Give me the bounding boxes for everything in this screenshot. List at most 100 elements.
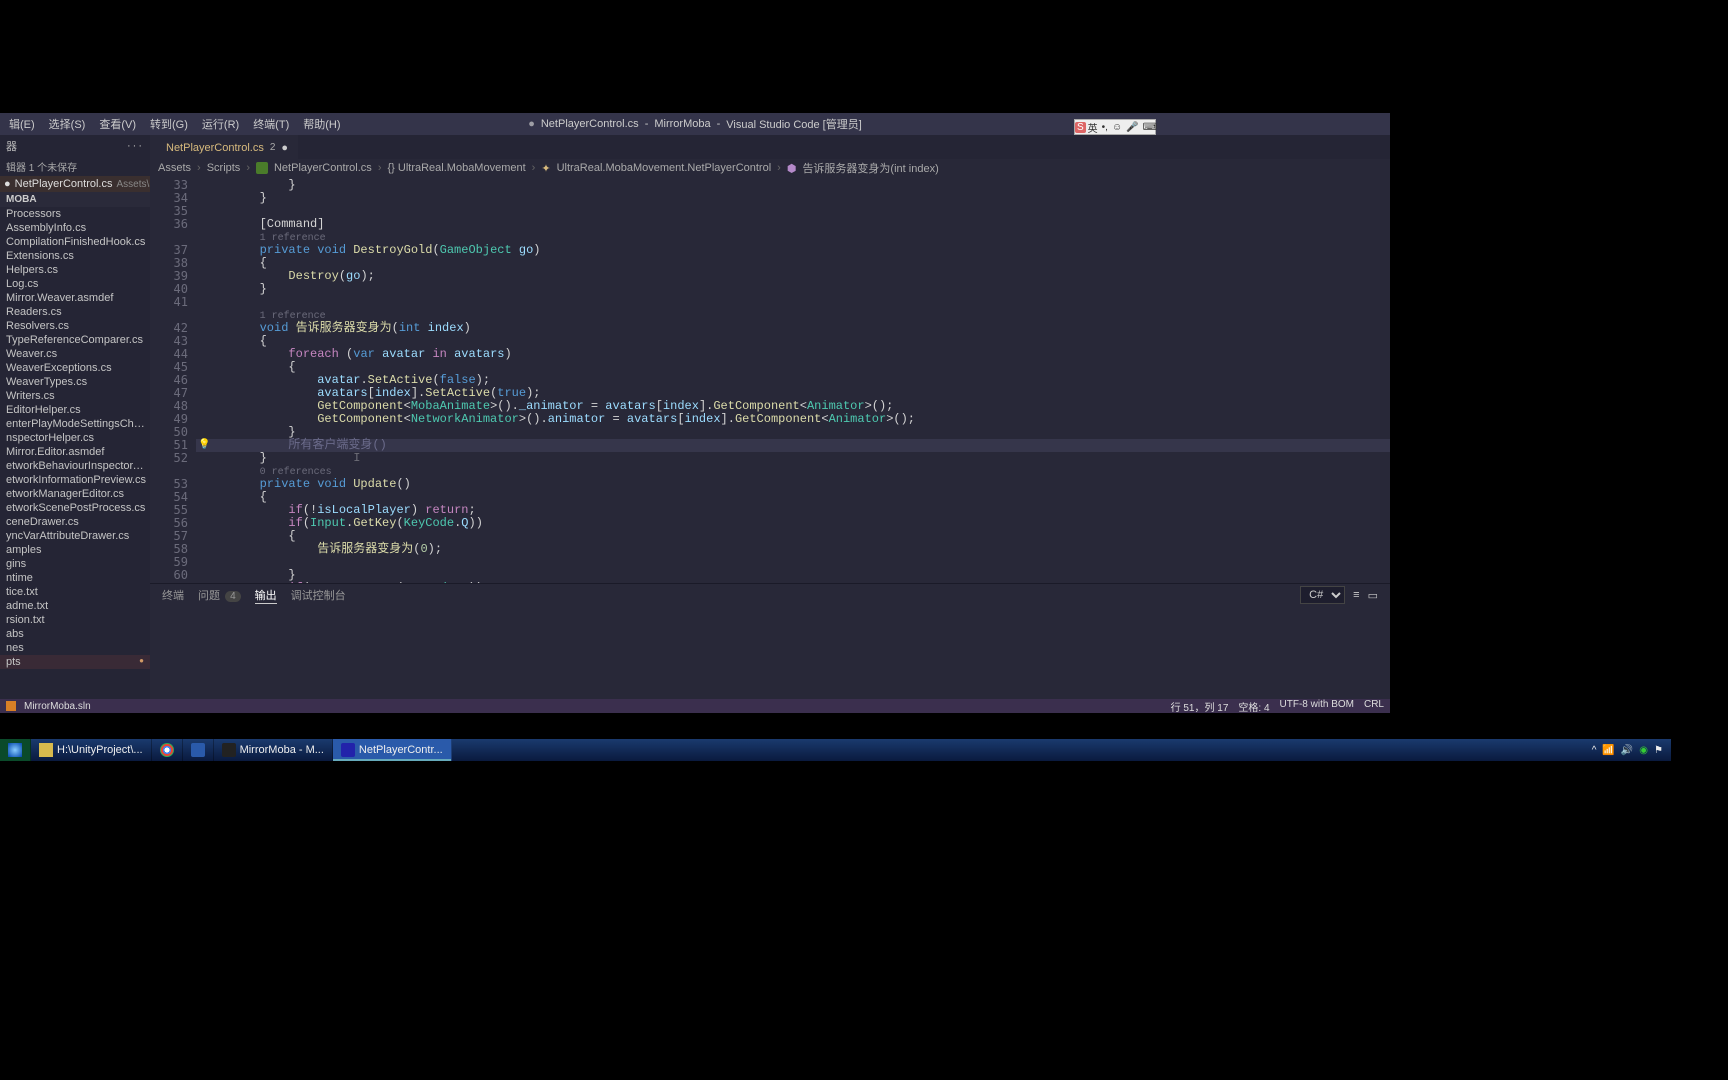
system-tray[interactable]: ^ 📶 🔊 ◉ ⚑: [1584, 739, 1671, 761]
tree-item[interactable]: rsion.txt: [0, 613, 150, 627]
menu-terminal[interactable]: 终端(T): [246, 113, 296, 135]
tree-item[interactable]: pts: [0, 655, 150, 669]
menu-edit[interactable]: 辑(E): [2, 113, 42, 135]
panel-tab-output[interactable]: 输出: [255, 587, 277, 604]
panel-tabs: 终端 问题 4 输出 调试控制台 C# ≡ ▭: [150, 584, 1390, 606]
explorer-header: 器 ···: [0, 135, 150, 157]
tree-item[interactable]: Readers.cs: [0, 305, 150, 319]
project-header[interactable]: MOBA: [0, 192, 150, 207]
tray-network-icon[interactable]: 📶: [1602, 745, 1614, 756]
maximize-panel-icon[interactable]: ▭: [1368, 589, 1378, 602]
tree-item[interactable]: Resolvers.cs: [0, 319, 150, 333]
taskbar-unity[interactable]: MirrorMoba - M...: [214, 739, 333, 761]
tree-item[interactable]: etworkScenePostProcess.cs: [0, 501, 150, 515]
taskbar-explorer[interactable]: H:\UnityProject\...: [31, 739, 152, 761]
output-filter[interactable]: C#: [1300, 586, 1345, 604]
status-position[interactable]: 行 51，列 17: [1171, 699, 1229, 714]
menu-help[interactable]: 帮助(H): [296, 113, 347, 135]
solution-icon[interactable]: [6, 701, 16, 711]
tree-item[interactable]: Weaver.cs: [0, 347, 150, 361]
tree-item[interactable]: etworkBehaviourInspector.cs: [0, 459, 150, 473]
tree-item[interactable]: AssemblyInfo.cs: [0, 221, 150, 235]
ime-emoji-icon[interactable]: ☺: [1110, 122, 1124, 133]
tree-item[interactable]: ceneDrawer.cs: [0, 515, 150, 529]
tree-item[interactable]: enterPlayModeSettingsCheck.cs: [0, 417, 150, 431]
clear-output-icon[interactable]: ≡: [1353, 589, 1359, 601]
tray-wechat-icon[interactable]: ◉: [1639, 745, 1648, 756]
tree-item[interactable]: WeaverTypes.cs: [0, 375, 150, 389]
tree-item[interactable]: Mirror.Weaver.asmdef: [0, 291, 150, 305]
tab-row: NetPlayerControl.cs 2 ●: [150, 135, 1390, 159]
lightbulb-icon[interactable]: 💡: [198, 439, 210, 450]
tree-item[interactable]: amples: [0, 543, 150, 557]
vscode-window: 辑(E) 选择(S) 查看(V) 转到(G) 运行(R) 终端(T) 帮助(H)…: [0, 113, 1390, 713]
code-content[interactable]: } } [Command] 1 reference private void D…: [196, 177, 1390, 583]
panel-tab-terminal[interactable]: 终端: [162, 587, 184, 603]
tree-item[interactable]: Extensions.cs: [0, 249, 150, 263]
taskbar-chrome[interactable]: [152, 739, 183, 761]
taskbar-app[interactable]: [183, 739, 214, 761]
tray-chevron-icon[interactable]: ^: [1592, 745, 1597, 756]
status-encoding[interactable]: UTF-8 with BOM: [1280, 699, 1354, 714]
crumb-method[interactable]: 告诉服务器变身为(int index): [802, 160, 938, 176]
tree-item[interactable]: adme.txt: [0, 599, 150, 613]
menu-run[interactable]: 运行(R): [195, 113, 246, 135]
tree-item[interactable]: nes: [0, 641, 150, 655]
tree-item[interactable]: WeaverExceptions.cs: [0, 361, 150, 375]
tree-item[interactable]: Mirror.Editor.asmdef: [0, 445, 150, 459]
tab-netplayercontrol[interactable]: NetPlayerControl.cs 2 ●: [150, 135, 298, 159]
title-project: MirrorMoba: [654, 118, 710, 130]
tree-item[interactable]: Processors: [0, 207, 150, 221]
menu-go[interactable]: 转到(G): [143, 113, 195, 135]
tree-item[interactable]: yncVarAttributeDrawer.cs: [0, 529, 150, 543]
tree-item[interactable]: etworkInformationPreview.cs: [0, 473, 150, 487]
tree-item[interactable]: gins: [0, 557, 150, 571]
tree-item[interactable]: CompilationFinishedHook.cs: [0, 235, 150, 249]
status-solution[interactable]: MirrorMoba.sln: [24, 701, 91, 712]
tree-item[interactable]: EditorHelper.cs: [0, 403, 150, 417]
tree-item[interactable]: Helpers.cs: [0, 263, 150, 277]
explorer-sidebar: 器 ··· 辑器 1 个未保存 ● NetPlayerControl.cs As…: [0, 135, 150, 713]
panel-tab-problems[interactable]: 问题 4: [198, 587, 241, 603]
tray-flag-icon[interactable]: ⚑: [1654, 745, 1663, 756]
status-eol[interactable]: CRL: [1364, 699, 1384, 714]
ime-punct-icon[interactable]: •,: [1100, 122, 1110, 133]
unity-icon: [222, 743, 236, 757]
modified-dot: ●: [4, 178, 11, 190]
tree-item[interactable]: Log.cs: [0, 277, 150, 291]
editor-area: NetPlayerControl.cs 2 ● Assets› Scripts›…: [150, 135, 1390, 583]
open-editor-item[interactable]: ● NetPlayerControl.cs Assets\Scripts 2: [0, 176, 150, 192]
tree-item[interactable]: tice.txt: [0, 585, 150, 599]
tree-item[interactable]: etworkManagerEditor.cs: [0, 487, 150, 501]
panel-tab-debug[interactable]: 调试控制台: [291, 587, 346, 603]
ime-toolbar[interactable]: S 英 •, ☺ 🎤 ⌨: [1074, 119, 1156, 135]
code-area[interactable]: 3334353637383940414243444546474849505152…: [150, 177, 1390, 583]
open-editors-section[interactable]: 辑器 1 个未保存: [0, 157, 150, 176]
vscode-icon: [341, 743, 355, 757]
tree-item[interactable]: ntime: [0, 571, 150, 585]
tray-volume-icon[interactable]: 🔊: [1621, 745, 1633, 756]
ime-keyboard-icon[interactable]: ⌨: [1141, 122, 1159, 133]
menu-view[interactable]: 查看(V): [92, 113, 143, 135]
taskbar-vscode[interactable]: NetPlayerContr...: [333, 739, 452, 761]
crumb-assets[interactable]: Assets: [158, 162, 191, 174]
tab-badge: 2: [270, 142, 276, 153]
crumb-file[interactable]: NetPlayerControl.cs: [274, 162, 372, 174]
crumb-namespace[interactable]: {} UltraReal.MobaMovement: [387, 162, 525, 174]
ime-mic-icon[interactable]: 🎤: [1124, 122, 1140, 133]
tree-item[interactable]: nspectorHelper.cs: [0, 431, 150, 445]
open-file-name: NetPlayerControl.cs: [15, 178, 113, 190]
more-icon[interactable]: ···: [127, 140, 144, 152]
tree-item[interactable]: Writers.cs: [0, 389, 150, 403]
taskbar-explorer-label: H:\UnityProject\...: [57, 744, 143, 756]
crumb-class[interactable]: UltraReal.MobaMovement.NetPlayerControl: [557, 162, 772, 174]
tree-item[interactable]: abs: [0, 627, 150, 641]
crumb-scripts[interactable]: Scripts: [207, 162, 241, 174]
tree-item[interactable]: TypeReferenceComparer.cs: [0, 333, 150, 347]
menu-select[interactable]: 选择(S): [42, 113, 93, 135]
start-button[interactable]: [0, 739, 31, 761]
tab-modified-icon[interactable]: ●: [281, 142, 288, 154]
ime-lang[interactable]: 英: [1086, 120, 1100, 135]
status-spaces[interactable]: 空格: 4: [1238, 699, 1269, 714]
explorer-title: 器: [6, 138, 17, 154]
